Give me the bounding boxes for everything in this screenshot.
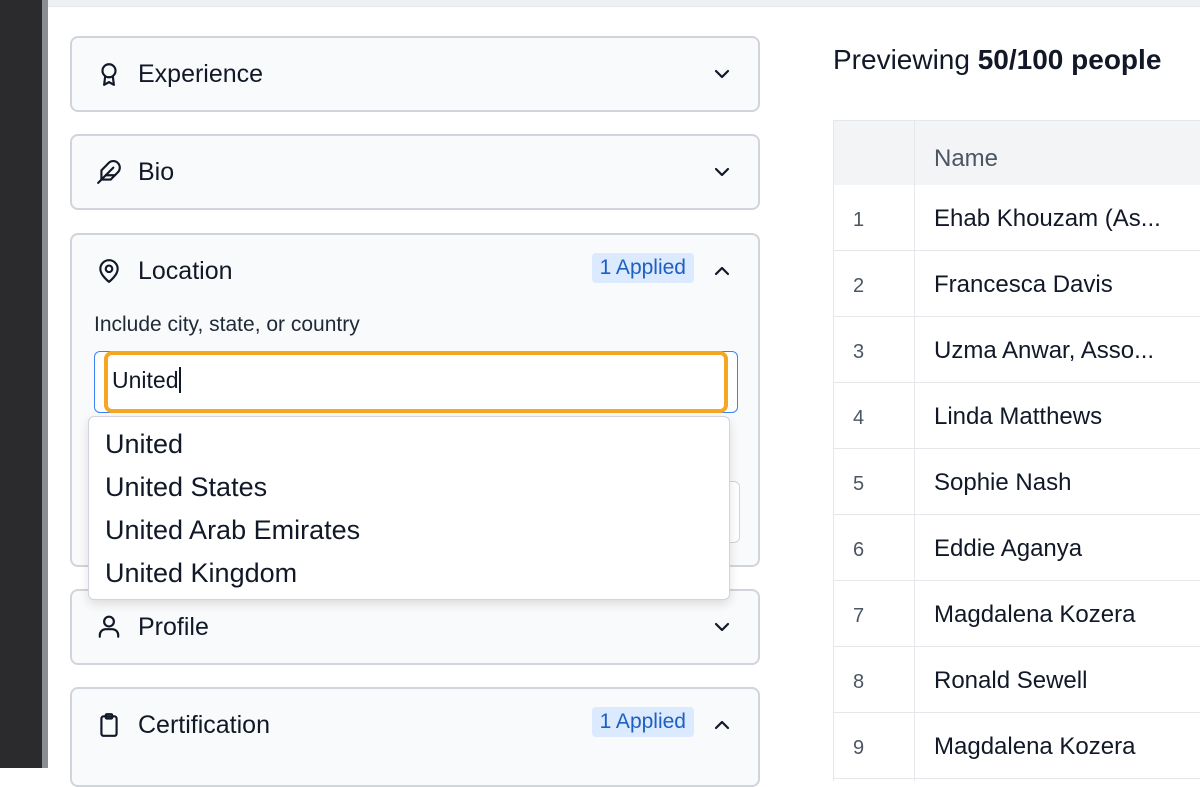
- window-edge-border: [42, 0, 48, 768]
- filter-experience-header[interactable]: Experience: [72, 38, 758, 110]
- table-row[interactable]: 9 Magdalena Kozera: [834, 713, 1200, 779]
- text-caret: [179, 367, 182, 393]
- award-ribbon-icon: [101, 63, 117, 86]
- clipboard-icon: [100, 713, 118, 737]
- table-row[interactable]: 6 Eddie Aganya: [834, 515, 1200, 581]
- filter-experience-title: Experience: [138, 60, 264, 88]
- filter-location-header[interactable]: Location 1 Applied: [72, 235, 758, 307]
- filter-bio-header[interactable]: Bio: [72, 136, 758, 208]
- filter-location-title: Location: [138, 257, 233, 285]
- user-icon: [98, 615, 120, 638]
- row-name: Linda Matthews: [934, 403, 1103, 430]
- row-name: Francesca Davis: [934, 271, 1113, 298]
- suggestion-item[interactable]: United Arab Emirates: [105, 515, 360, 546]
- table-row[interactable]: 7 Magdalena Kozera: [834, 581, 1200, 647]
- row-number: 6: [853, 539, 865, 561]
- row-number: 1: [853, 209, 865, 231]
- window-edge: [0, 0, 42, 768]
- chevron-down-icon[interactable]: [710, 615, 734, 639]
- chevron-up-icon[interactable]: [710, 259, 734, 283]
- row-number: 5: [853, 473, 865, 495]
- row-number: 2: [853, 275, 865, 297]
- table-row[interactable]: 3 Uzma Anwar, Asso...: [834, 317, 1200, 383]
- row-name: Magdalena Kozera: [934, 601, 1136, 628]
- top-border: [48, 0, 1200, 7]
- filter-certification-title: Certification: [138, 711, 270, 739]
- applied-badge: 1 Applied: [591, 707, 694, 737]
- column-divider: [914, 121, 915, 781]
- chevron-up-icon[interactable]: [710, 713, 734, 737]
- row-number: 3: [853, 341, 865, 363]
- table-row[interactable]: 5 Sophie Nash: [834, 449, 1200, 515]
- column-header-name[interactable]: Name: [934, 145, 998, 173]
- row-name: Magdalena Kozera: [934, 733, 1136, 760]
- table-row[interactable]: 1 Ehab Khouzam (As...: [834, 185, 1200, 251]
- map-pin-icon: [99, 259, 119, 283]
- row-number: 9: [853, 737, 865, 759]
- table-row[interactable]: 8 Ronald Sewell: [834, 647, 1200, 713]
- filter-bio[interactable]: Bio: [70, 134, 760, 210]
- preview-count: 50/100 people: [977, 44, 1162, 75]
- row-number: 7: [853, 605, 865, 627]
- filter-profile-header[interactable]: Profile: [72, 591, 758, 663]
- row-name: Uzma Anwar, Asso...: [934, 337, 1155, 364]
- table-header: Name: [834, 121, 1200, 186]
- applied-badge: 1 Applied: [591, 253, 694, 283]
- table-row[interactable]: 2 Francesca Davis: [834, 251, 1200, 317]
- filter-certification: Certification 1 Applied: [70, 687, 760, 787]
- suggestion-item[interactable]: United States: [105, 472, 267, 503]
- row-name: Sophie Nash: [934, 469, 1072, 496]
- row-name: Ronald Sewell: [934, 667, 1088, 694]
- filter-certification-header[interactable]: Certification 1 Applied: [72, 689, 758, 761]
- filter-profile-title: Profile: [138, 613, 209, 641]
- row-name: Eddie Aganya: [934, 535, 1083, 562]
- suggestion-item[interactable]: United Kingdom: [105, 558, 297, 589]
- filter-experience[interactable]: Experience: [70, 36, 760, 112]
- feather-icon: [97, 160, 121, 184]
- results-table: Name 1 Ehab Khouzam (As... 2 Francesca Dav…: [833, 120, 1200, 781]
- filter-bio-title: Bio: [138, 158, 175, 186]
- location-input-value: United: [112, 367, 182, 394]
- location-field-label: Include city, state, or country: [94, 313, 360, 336]
- filter-profile[interactable]: Profile: [70, 589, 760, 665]
- location-input[interactable]: [104, 351, 728, 413]
- suggestion-item[interactable]: United: [105, 429, 183, 460]
- chevron-down-icon[interactable]: [710, 160, 734, 184]
- preview-heading: Previewing 50/100 people: [833, 44, 1162, 75]
- chevron-down-icon[interactable]: [710, 62, 734, 86]
- row-number: 4: [853, 407, 865, 429]
- row-name: Ehab Khouzam (As...: [934, 205, 1161, 232]
- row-number: 8: [853, 671, 865, 693]
- location-suggestions-dropdown: United United States United Arab Emirate…: [88, 416, 730, 600]
- table-row[interactable]: 4 Linda Matthews: [834, 383, 1200, 449]
